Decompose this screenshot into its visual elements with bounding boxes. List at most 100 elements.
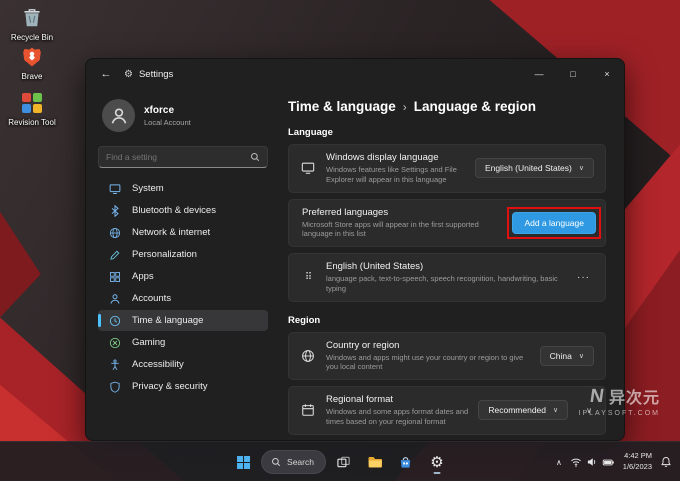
- settings-window: ← ⚙ Settings — □ × xforce Local Account: [85, 58, 625, 441]
- sidebar-item-label: Network & internet: [132, 227, 210, 238]
- regional-format-dropdown[interactable]: Recommended ∨: [478, 400, 568, 420]
- site-watermark: N 异次元 IPLAYSOFT.COM: [579, 384, 661, 417]
- file-explorer-icon: [367, 454, 383, 470]
- taskbar: Search ⚙ ∧ 4:42 PM: [0, 441, 680, 481]
- sidebar-item-accounts[interactable]: Accounts: [98, 288, 268, 309]
- minimize-button[interactable]: —: [522, 59, 556, 89]
- avatar: [102, 99, 135, 132]
- watermark-logo: N: [589, 387, 605, 406]
- row-title: Regional format: [326, 394, 468, 405]
- system-icon: [108, 183, 122, 195]
- wifi-icon: [570, 456, 582, 468]
- globe-icon: [300, 349, 316, 363]
- gear-icon: ⚙: [430, 453, 443, 471]
- settings-taskbar-button[interactable]: ⚙: [424, 449, 450, 475]
- sidebar-item-label: Apps: [132, 271, 154, 282]
- setting-row-regional-format[interactable]: Regional format Windows and some apps fo…: [288, 386, 606, 435]
- sidebar-item-personalization[interactable]: Personalization: [98, 244, 268, 265]
- row-description: Windows features like Settings and File …: [326, 165, 465, 185]
- row-description: Microsoft Store apps will appear in the …: [302, 220, 497, 240]
- globe-icon: [108, 227, 122, 239]
- desktop-icon-label: Brave: [22, 72, 43, 81]
- setting-row-display-language[interactable]: Windows display language Windows feature…: [288, 144, 606, 193]
- desktop-icon-revision-tool[interactable]: Revision Tool: [3, 90, 61, 127]
- settings-search[interactable]: [98, 146, 268, 168]
- sidebar-item-gaming[interactable]: Gaming: [98, 332, 268, 353]
- sidebar-item-bluetooth-devices[interactable]: Bluetooth & devices: [98, 200, 268, 221]
- sidebar-item-accessibility[interactable]: Accessibility: [98, 354, 268, 375]
- titlebar: ← ⚙ Settings — □ ×: [86, 59, 624, 89]
- file-explorer-button[interactable]: [362, 449, 388, 475]
- setting-row-preferred-languages: Preferred languages Microsoft Store apps…: [288, 199, 606, 248]
- user-account[interactable]: xforce Local Account: [98, 93, 268, 138]
- recycle-bin-icon: [19, 5, 45, 31]
- desktop-icon-recycle-bin[interactable]: Recycle Bin: [3, 5, 61, 42]
- desktop-screen: Recycle Bin Brave Revision Tool ← ⚙ Sett…: [0, 0, 680, 481]
- taskbar-search[interactable]: Search: [261, 450, 326, 474]
- row-description: language pack, text-to-speech, speech re…: [326, 274, 563, 294]
- sidebar-item-label: Personalization: [132, 249, 197, 260]
- sidebar-item-privacy-security[interactable]: Privacy & security: [98, 376, 268, 397]
- settings-sidebar: xforce Local Account System Blueto: [86, 89, 278, 440]
- row-title: English (United States): [326, 261, 563, 272]
- breadcrumb-parent[interactable]: Time & language: [288, 99, 396, 114]
- sidebar-item-apps[interactable]: Apps: [98, 266, 268, 287]
- maximize-button[interactable]: □: [556, 59, 590, 89]
- dropdown-value: Recommended: [488, 405, 546, 415]
- more-options-icon[interactable]: ···: [573, 270, 594, 285]
- taskbar-time: 4:42 PM: [623, 451, 652, 462]
- annotation-highlight-box: Add a language: [507, 207, 601, 239]
- search-icon: [250, 152, 260, 162]
- windows-logo-icon: [237, 456, 250, 469]
- sidebar-item-system[interactable]: System: [98, 178, 268, 199]
- microsoft-store-button[interactable]: [393, 449, 419, 475]
- sidebar-item-time-language[interactable]: Time & language: [98, 310, 268, 331]
- setting-row-language-english-us[interactable]: ⠿ English (United States) language pack,…: [288, 253, 606, 302]
- task-view-button[interactable]: [331, 449, 357, 475]
- section-heading-language: Language: [288, 127, 606, 138]
- row-description: Windows and apps might use your country …: [326, 353, 530, 373]
- setting-row-country-region[interactable]: Country or region Windows and apps might…: [288, 332, 606, 381]
- close-button[interactable]: ×: [590, 59, 624, 89]
- system-tray-status[interactable]: [570, 456, 615, 469]
- country-region-dropdown[interactable]: China ∨: [540, 346, 594, 366]
- display-language-dropdown[interactable]: English (United States) ∨: [475, 158, 594, 178]
- settings-nav: System Bluetooth & devices Network & int…: [98, 178, 268, 397]
- sidebar-item-network-internet[interactable]: Network & internet: [98, 222, 268, 243]
- task-view-icon: [336, 455, 351, 470]
- dropdown-value: English (United States): [485, 163, 572, 173]
- start-button[interactable]: [230, 449, 256, 475]
- taskbar-clock[interactable]: 4:42 PM 1/6/2023: [623, 451, 652, 473]
- volume-icon: [586, 456, 598, 468]
- person-icon: [108, 293, 122, 305]
- monitor-icon: [300, 161, 316, 175]
- clock-icon: [108, 315, 122, 327]
- drag-handle-icon[interactable]: ⠿: [300, 272, 316, 283]
- add-a-language-button[interactable]: Add a language: [512, 212, 596, 234]
- microsoft-store-icon: [398, 455, 413, 470]
- back-button[interactable]: ←: [94, 63, 118, 85]
- desktop-icon-brave[interactable]: Brave: [3, 44, 61, 81]
- selection-indicator: [98, 314, 101, 327]
- hidden-icons-chevron-icon[interactable]: ∧: [556, 458, 562, 467]
- shield-icon: [108, 381, 122, 393]
- sidebar-item-label: System: [132, 183, 164, 194]
- pencil-icon: [108, 249, 122, 261]
- notification-bell-icon[interactable]: [660, 456, 672, 468]
- desktop-icon-label: Revision Tool: [8, 118, 55, 127]
- chevron-down-icon: ∨: [553, 406, 558, 414]
- settings-main-panel: Time & language › Language & region Lang…: [278, 89, 624, 440]
- search-input[interactable]: [106, 152, 244, 162]
- desktop-icon-label: Recycle Bin: [11, 33, 53, 42]
- settings-app-icon: ⚙: [124, 69, 133, 80]
- taskbar-date: 1/6/2023: [623, 462, 652, 473]
- taskbar-search-label: Search: [287, 457, 314, 467]
- revision-tool-icon: [19, 90, 45, 116]
- battery-icon: [602, 456, 615, 469]
- row-title: Windows display language: [326, 152, 465, 163]
- row-title: Country or region: [326, 340, 530, 351]
- window-title: Settings: [139, 69, 173, 80]
- page-title: Language & region: [414, 99, 536, 114]
- sidebar-item-label: Time & language: [132, 315, 203, 326]
- watermark-title: 异次元: [609, 384, 660, 408]
